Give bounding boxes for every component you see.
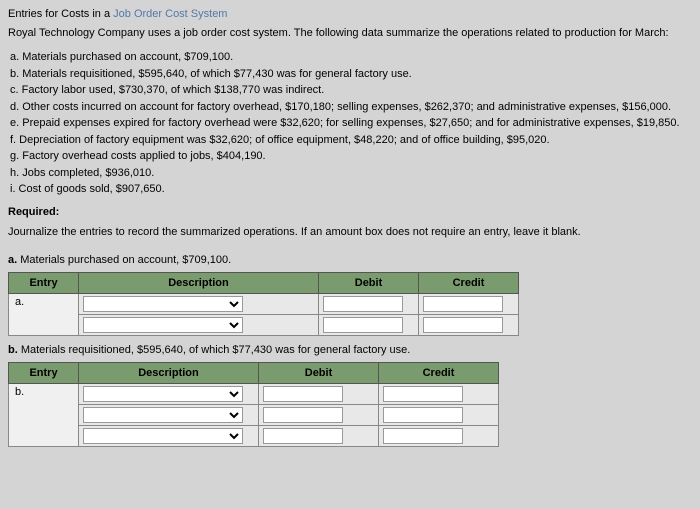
debit-input-b2[interactable] xyxy=(263,407,343,423)
debit-input-a1[interactable] xyxy=(323,296,403,312)
section-a-text: Materials purchased on account, $709,100… xyxy=(17,254,231,266)
credit-input-b3[interactable] xyxy=(383,428,463,444)
row-label-a: a. xyxy=(9,293,79,335)
instructions-text: Journalize the entries to record the sum… xyxy=(8,226,692,238)
description-select-b1[interactable] xyxy=(83,386,243,402)
item-c: c. Factory labor used, $730,370, of whic… xyxy=(10,82,692,99)
journal-table-b: Entry Description Debit Credit b. xyxy=(8,362,499,447)
section-b-label: b. Materials requisitioned, $595,640, of… xyxy=(8,344,692,356)
title-highlight: Job Order Cost System xyxy=(113,8,227,20)
item-h: h. Jobs completed, $936,010. xyxy=(10,165,692,182)
debit-input-a2[interactable] xyxy=(323,317,403,333)
table-row xyxy=(9,404,499,425)
item-g: g. Factory overhead costs applied to job… xyxy=(10,148,692,165)
credit-input-a1[interactable] xyxy=(423,296,503,312)
description-select-a1[interactable] xyxy=(83,296,243,312)
item-b: b. Materials requisitioned, $595,640, of… xyxy=(10,66,692,83)
data-list: a. Materials purchased on account, $709,… xyxy=(8,49,692,198)
table-row: a. xyxy=(9,293,519,314)
section-a-label: a. Materials purchased on account, $709,… xyxy=(8,254,692,266)
table-row xyxy=(9,425,499,446)
th-entry: Entry xyxy=(9,272,79,293)
journal-table-a: Entry Description Debit Credit a. xyxy=(8,272,519,336)
item-i: i. Cost of goods sold, $907,650. xyxy=(10,181,692,198)
description-select-b2[interactable] xyxy=(83,407,243,423)
title-prefix: Entries for Costs in a xyxy=(8,8,113,20)
item-d: d. Other costs incurred on account for f… xyxy=(10,99,692,116)
description-select-a2[interactable] xyxy=(83,317,243,333)
section-a-letter: a. xyxy=(8,254,17,266)
th-debit: Debit xyxy=(259,362,379,383)
th-description: Description xyxy=(79,272,319,293)
item-e: e. Prepaid expenses expired for factory … xyxy=(10,115,692,132)
section-b-text: Materials requisitioned, $595,640, of wh… xyxy=(18,344,411,356)
credit-input-b2[interactable] xyxy=(383,407,463,423)
th-entry: Entry xyxy=(9,362,79,383)
item-f: f. Depreciation of factory equipment was… xyxy=(10,132,692,149)
row-label-b: b. xyxy=(9,383,79,446)
required-label: Required: xyxy=(8,206,692,218)
th-debit: Debit xyxy=(319,272,419,293)
credit-input-a2[interactable] xyxy=(423,317,503,333)
item-a: a. Materials purchased on account, $709,… xyxy=(10,49,692,66)
th-description: Description xyxy=(79,362,259,383)
th-credit: Credit xyxy=(379,362,499,383)
table-row xyxy=(9,314,519,335)
th-credit: Credit xyxy=(419,272,519,293)
description-select-b3[interactable] xyxy=(83,428,243,444)
table-row: b. xyxy=(9,383,499,404)
debit-input-b1[interactable] xyxy=(263,386,343,402)
section-b-letter: b. xyxy=(8,344,18,356)
credit-input-b1[interactable] xyxy=(383,386,463,402)
page-title: Entries for Costs in a Job Order Cost Sy… xyxy=(8,8,692,20)
intro-text: Royal Technology Company uses a job orde… xyxy=(8,26,692,41)
debit-input-b3[interactable] xyxy=(263,428,343,444)
